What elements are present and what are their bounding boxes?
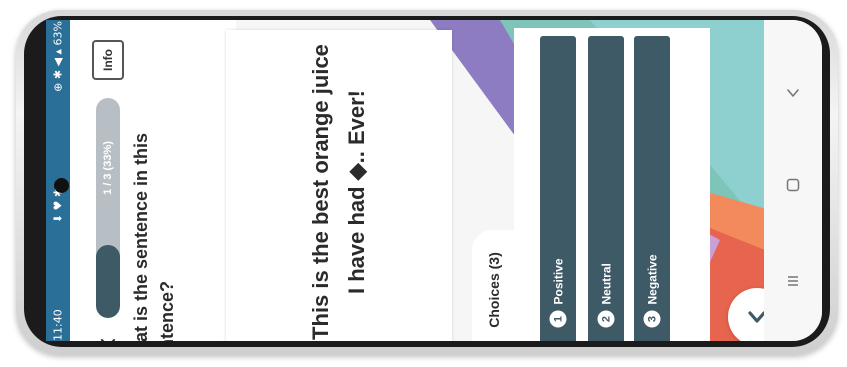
screen: 11:40 ⬇ ♥ ✱ • ⊕ ✱ ◀ ▴ 63% Info 1 / 3 (33… (46, 20, 822, 341)
nav-home-button[interactable] (778, 170, 808, 200)
front-camera (54, 178, 69, 193)
nav-recents-icon (788, 276, 798, 286)
info-button-label: Info (101, 49, 115, 71)
nav-back-button[interactable] (778, 78, 808, 108)
choice-label: Neutral (599, 263, 613, 305)
choice-positive[interactable]: 1 Positive (540, 36, 576, 341)
back-button[interactable] (96, 332, 120, 341)
choice-neutral[interactable]: 2 Neutral (588, 36, 624, 341)
choices-list: 1 Positive 2 Neutral 3 Negative (514, 28, 710, 341)
nav-back-icon (787, 89, 799, 97)
sentence-text: This is the best orange juice I have had… (308, 44, 369, 340)
status-time: 11:40 (51, 308, 65, 341)
choice-label: Negative (645, 254, 659, 305)
nav-home-icon (786, 178, 800, 192)
progress-bar: 1 / 3 (33%) (96, 98, 120, 318)
choices-title: Choices (3) (486, 252, 502, 328)
system-nav-bar (764, 20, 822, 341)
info-button[interactable]: Info (92, 40, 124, 80)
choice-negative[interactable]: 3 Negative (634, 36, 670, 341)
phone-bezel: 11:40 ⬇ ♥ ✱ • ⊕ ✱ ◀ ▴ 63% Info 1 / 3 (33… (24, 16, 830, 347)
choice-number-badge: 1 (549, 310, 567, 328)
sentence-card: This is the best orange juice I have had… (226, 30, 452, 341)
status-system-icons: ⊕ ✱ ◀ ▴ 63% (51, 20, 65, 92)
choice-number-badge: 2 (597, 310, 615, 328)
question-text: What is the sentence in this sentence? (131, 132, 177, 341)
choice-number-badge: 3 (643, 310, 661, 328)
nav-recents-button[interactable] (778, 266, 808, 296)
progress-label: 1 / 3 (33%) (102, 141, 114, 195)
choice-label: Positive (551, 258, 565, 305)
choices-header: Choices (3) (472, 230, 516, 341)
phone-frame: 11:40 ⬇ ♥ ✱ • ⊕ ✱ ◀ ▴ 63% Info 1 / 3 (33… (16, 10, 838, 355)
chevron-left-icon (100, 338, 116, 341)
progress-fill (96, 245, 120, 318)
